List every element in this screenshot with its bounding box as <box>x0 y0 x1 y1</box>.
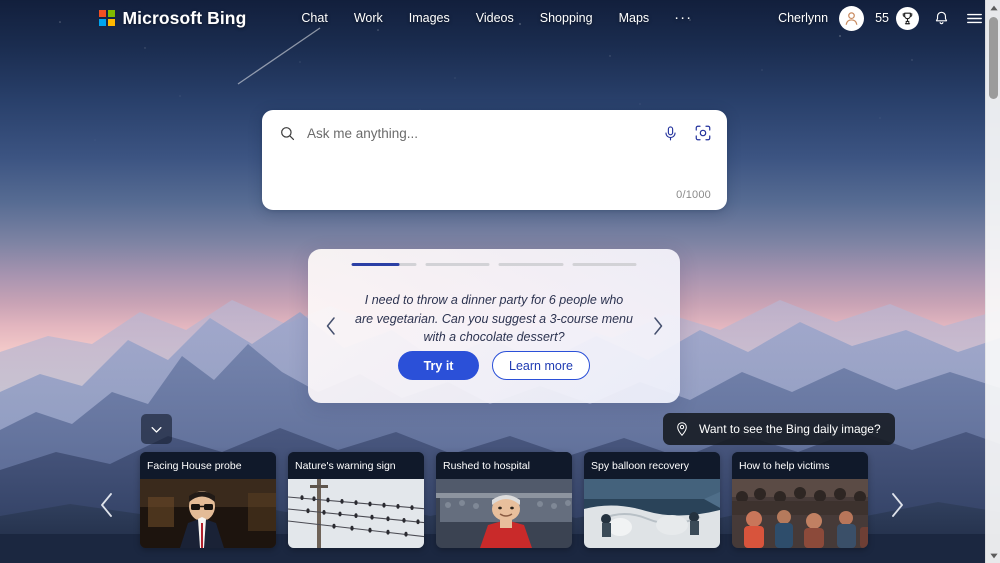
news-card-thumbnail <box>140 479 276 548</box>
rewards-button[interactable]: 55 <box>875 6 919 30</box>
news-carousel-prev-button[interactable] <box>90 488 124 522</box>
nav-overflow-button[interactable]: ··· <box>674 10 692 25</box>
search-tools <box>660 123 713 144</box>
scroll-up-arrow-icon <box>989 5 998 10</box>
chevron-down-icon <box>151 426 162 433</box>
rewards-badge <box>896 6 919 30</box>
learn-more-button[interactable]: Learn more <box>492 351 590 380</box>
feed-expand-button[interactable] <box>141 414 172 444</box>
brand-name: Microsoft Bing <box>122 7 247 28</box>
main-nav: Chat Work Images Videos Shopping Maps ··… <box>300 8 692 28</box>
nav-item-chat[interactable]: Chat <box>300 8 328 28</box>
search-box: 0/1000 <box>262 110 727 210</box>
news-card-thumbnail <box>288 479 424 548</box>
nav-item-maps[interactable]: Maps <box>618 8 651 28</box>
microphone-icon <box>665 125 676 140</box>
bell-icon <box>935 11 947 24</box>
scrollbar-up-button[interactable] <box>986 0 1000 15</box>
news-card[interactable]: Rushed to hospital <box>436 452 572 548</box>
news-card-thumbnail <box>584 479 720 548</box>
app-menu-button[interactable] <box>963 7 985 29</box>
news-card[interactable]: Nature's warning sign <box>288 452 424 548</box>
nav-item-videos[interactable]: Videos <box>475 8 515 28</box>
news-card-title: Spy balloon recovery <box>584 452 720 479</box>
news-card[interactable]: How to help victims <box>732 452 868 548</box>
voice-search-button[interactable] <box>660 123 681 144</box>
news-card[interactable]: Facing House probe <box>140 452 276 548</box>
user-name[interactable]: Cherlynn <box>778 11 828 25</box>
page-scrollbar[interactable] <box>985 0 1000 563</box>
news-carousel: Facing House probe Nature's warning sign… <box>140 452 868 548</box>
scrollbar-down-button[interactable] <box>986 548 1000 563</box>
news-card-title: Nature's warning sign <box>288 452 424 479</box>
avatar[interactable] <box>839 5 865 31</box>
scroll-down-arrow-icon <box>989 553 998 558</box>
try-it-button[interactable]: Try it <box>398 351 480 380</box>
news-carousel-next-button[interactable] <box>880 488 914 522</box>
search-input[interactable] <box>307 121 660 145</box>
search-icon <box>279 125 296 142</box>
chevron-left-icon <box>101 493 112 517</box>
nav-item-shopping[interactable]: Shopping <box>539 8 594 28</box>
news-card-thumbnail <box>436 479 572 548</box>
trophy-icon <box>902 12 913 24</box>
daily-image-label: Want to see the Bing daily image? <box>699 422 881 436</box>
top-navigation-bar: Microsoft Bing Chat Work Images Videos S… <box>0 0 1000 36</box>
news-card-thumbnail <box>732 479 868 548</box>
visual-search-button[interactable] <box>692 123 713 144</box>
suggestion-prev-button[interactable] <box>320 311 342 341</box>
suggestion-next-button[interactable] <box>646 311 668 341</box>
visual-search-camera-icon <box>695 125 710 141</box>
microsoft-squares-icon <box>99 10 115 26</box>
search-row <box>262 110 727 156</box>
person-avatar-icon <box>845 11 858 25</box>
account-area: Cherlynn 55 <box>778 5 985 31</box>
chevron-right-icon <box>892 493 903 517</box>
hamburger-menu-icon <box>966 13 982 23</box>
chevron-left-icon <box>326 317 335 335</box>
carousel-progress-indicators <box>351 263 637 266</box>
chevron-right-icon <box>653 317 662 335</box>
rewards-count: 55 <box>875 11 889 25</box>
bing-homepage: Microsoft Bing Chat Work Images Videos S… <box>0 0 1000 563</box>
location-pin-icon <box>677 422 687 437</box>
suggestion-carousel-card: I need to throw a dinner party for 6 peo… <box>308 249 680 403</box>
carousel-progress-2[interactable] <box>425 263 490 266</box>
suggestion-text: I need to throw a dinner party for 6 peo… <box>355 293 633 344</box>
notifications-button[interactable] <box>930 7 952 29</box>
bing-daily-image-prompt[interactable]: Want to see the Bing daily image? <box>663 413 895 445</box>
bing-logo-link[interactable]: Microsoft Bing <box>99 8 246 29</box>
news-card-title: Facing House probe <box>140 452 276 479</box>
carousel-progress-3[interactable] <box>498 263 563 266</box>
news-card-title: Rushed to hospital <box>436 452 572 479</box>
nav-item-work[interactable]: Work <box>353 8 384 28</box>
suggestion-actions: Try it Learn more <box>308 351 680 380</box>
character-counter: 0/1000 <box>676 189 711 201</box>
news-card-title: How to help victims <box>732 452 868 479</box>
news-card[interactable]: Spy balloon recovery <box>584 452 720 548</box>
carousel-progress-1[interactable] <box>351 263 416 266</box>
nav-item-images[interactable]: Images <box>408 8 451 28</box>
carousel-progress-4[interactable] <box>572 263 637 266</box>
scrollbar-thumb[interactable] <box>989 17 998 99</box>
